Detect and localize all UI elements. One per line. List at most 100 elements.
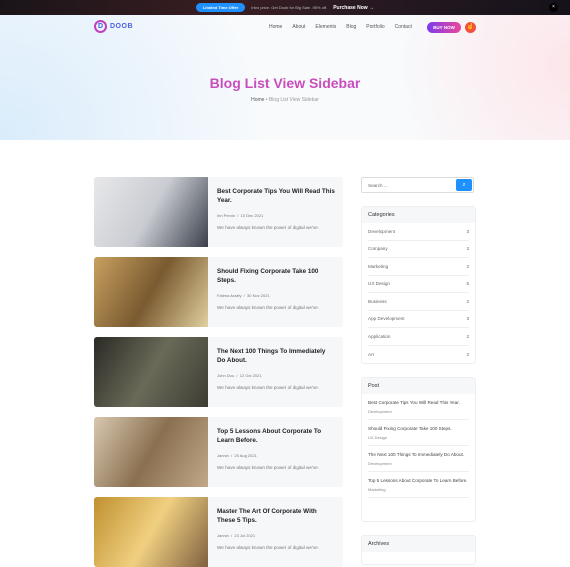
announcement-text: Intro price. Get Doob for Big Sale -95% … (251, 5, 328, 10)
category-item[interactable]: Art 2 (368, 346, 469, 364)
page-title: Blog List View Sidebar (209, 75, 361, 91)
category-name: App Development (368, 316, 405, 322)
category-item[interactable]: Application 2 (368, 328, 469, 346)
category-count: 5 (466, 281, 469, 287)
breadcrumb-separator: • (265, 97, 268, 103)
breadcrumb-home[interactable]: Home (251, 97, 264, 103)
post-thumbnail[interactable] (94, 417, 208, 487)
category-count: 3 (466, 316, 469, 322)
purchase-now-link[interactable]: Purchase Now → (333, 5, 374, 11)
post-meta: Fatima Asrafy / 30 Nov 2021 (217, 293, 270, 298)
post-date: 30 Nov 2021 (247, 293, 270, 298)
post-author[interactable]: Jannin (217, 533, 229, 538)
category-item[interactable]: Company 3 (368, 241, 469, 258)
limited-offer-badge[interactable]: Limited Time Offer (195, 3, 246, 12)
post-excerpt: We have always known the power of digita… (217, 545, 319, 550)
header-nav: D DOOB Home About Elements Blog Portfoli… (0, 15, 570, 39)
category-count: 2 (466, 298, 469, 304)
post-date: 10 Dec 2021 (240, 213, 264, 218)
blog-post-card[interactable]: The Next 100 Things To Immediately Do Ab… (94, 337, 343, 407)
recent-post-title[interactable]: Best Corporate Tips You Will Read This Y… (368, 399, 469, 407)
post-title[interactable]: Top 5 Lessons About Corporate To Learn B… (217, 427, 335, 445)
search-placeholder: Search ... (368, 183, 388, 188)
post-title[interactable]: Should Fixing Corporate Take 100 Steps. (217, 267, 335, 285)
post-title[interactable]: Master The Art Of Corporate With These 5… (217, 507, 335, 525)
nav-blog[interactable]: Blog (346, 24, 356, 30)
post-title[interactable]: The Next 100 Things To Immediately Do Ab… (217, 347, 335, 365)
post-title[interactable]: Best Corporate Tips You Will Read This Y… (217, 187, 335, 205)
category-item[interactable]: Development 3 (368, 223, 469, 241)
categories-title: Categories (362, 207, 475, 223)
category-name: Application (368, 333, 391, 339)
logo-text: DOOB (110, 23, 133, 30)
recent-post-category: Development (368, 409, 392, 414)
category-count: 2 (466, 351, 469, 357)
recent-post-category: UX Design (368, 435, 388, 440)
nav-home[interactable]: Home (269, 24, 282, 30)
category-name: Company (368, 246, 388, 252)
post-author[interactable]: Jannin (217, 453, 229, 458)
post-author[interactable]: John Dou (217, 373, 234, 378)
buy-now-button[interactable]: BUY NOW (427, 22, 461, 33)
category-item[interactable]: Marketing 2 (368, 258, 469, 276)
breadcrumb: Home • Blog List View Sidebar (0, 97, 570, 103)
category-name: Art (368, 351, 374, 357)
hand-icon[interactable]: ☝ (465, 22, 476, 33)
post-excerpt: We have always known the power of digita… (217, 305, 319, 310)
nav-elements[interactable]: Elements (315, 24, 336, 30)
category-item[interactable]: App Development 3 (368, 311, 469, 328)
close-icon[interactable]: × (549, 3, 558, 12)
nav-contact[interactable]: Contact (395, 24, 412, 30)
post-author[interactable]: Irin Pervin (217, 213, 235, 218)
category-name: Marketing (368, 263, 389, 269)
search-icon[interactable]: ⌕ (456, 179, 472, 191)
category-name: Development (368, 228, 396, 234)
blog-post-card[interactable]: Master The Art Of Corporate With These 5… (94, 497, 343, 567)
logo-mark: D (94, 20, 107, 33)
post-author[interactable]: Fatima Asrafy (217, 293, 241, 298)
blog-post-card[interactable]: Best Corporate Tips You Will Read This Y… (94, 177, 343, 247)
post-meta: John Dou / 12 Oct 2021 (217, 373, 262, 378)
post-thumbnail[interactable] (94, 337, 208, 407)
category-count: 3 (466, 246, 469, 252)
nav-about[interactable]: About (292, 24, 305, 30)
post-thumbnail[interactable] (94, 257, 208, 327)
post-excerpt: We have always known the power of digita… (217, 465, 319, 470)
archives-title: Archives (362, 536, 475, 552)
recent-post-item[interactable]: The Next 100 Things To Immediately Do Ab… (368, 446, 469, 472)
recent-post-item[interactable]: Should Fixing Corporate Take 100 Steps. U… (368, 420, 469, 446)
recent-post-title[interactable]: Top 5 Lessons About Corporate To Learn B… (368, 477, 469, 485)
main-menu: Home About Elements Blog Portfolio Conta… (269, 24, 412, 30)
logo[interactable]: D DOOB (94, 20, 133, 33)
recent-post-category: Marketing (368, 487, 386, 492)
post-thumbnail[interactable] (94, 497, 208, 567)
post-widget-title: Post (362, 378, 475, 394)
category-count: 2 (466, 333, 469, 339)
recent-post-category: Development (368, 461, 392, 466)
recent-post-item[interactable]: Best Corporate Tips You Will Read This Y… (368, 394, 469, 420)
post-date: 25 Aug 2021 (234, 453, 257, 458)
announcement-bar: Limited Time Offer Intro price. Get Doob… (0, 0, 570, 15)
categories-widget: Categories Development 3 Company 3 Marketing… (361, 206, 476, 364)
category-count: 2 (466, 263, 469, 269)
category-item[interactable]: UX Design 5 (368, 276, 469, 293)
category-item[interactable]: Business 2 (368, 293, 469, 311)
recent-post-title[interactable]: Should Fixing Corporate Take 100 Steps. (368, 425, 469, 433)
nav-portfolio[interactable]: Portfolio (366, 24, 384, 30)
post-meta: Jannin / 25 Aug 2021 (217, 453, 257, 458)
blog-post-card[interactable]: Should Fixing Corporate Take 100 Steps. … (94, 257, 343, 327)
post-meta: Irin Pervin / 10 Dec 2021 (217, 213, 264, 218)
post-excerpt: We have always known the power of digita… (217, 385, 319, 390)
recent-posts-widget: Post Best Corporate Tips You Will Read T… (361, 377, 476, 522)
category-count: 3 (466, 228, 469, 234)
recent-post-title[interactable]: The Next 100 Things To Immediately Do Ab… (368, 451, 469, 459)
blog-post-card[interactable]: Top 5 Lessons About Corporate To Learn B… (94, 417, 343, 487)
recent-post-item[interactable]: Top 5 Lessons About Corporate To Learn B… (368, 472, 469, 498)
category-name: Business (368, 298, 387, 304)
breadcrumb-current: Blog List View Sidebar (268, 97, 319, 103)
search-input[interactable]: Search ... ⌕ (361, 177, 474, 193)
post-date: 23 Jul 2021 (234, 533, 256, 538)
post-meta: Jannin / 23 Jul 2021 (217, 533, 256, 538)
archives-widget: Archives (361, 535, 476, 565)
post-thumbnail[interactable] (94, 177, 208, 247)
